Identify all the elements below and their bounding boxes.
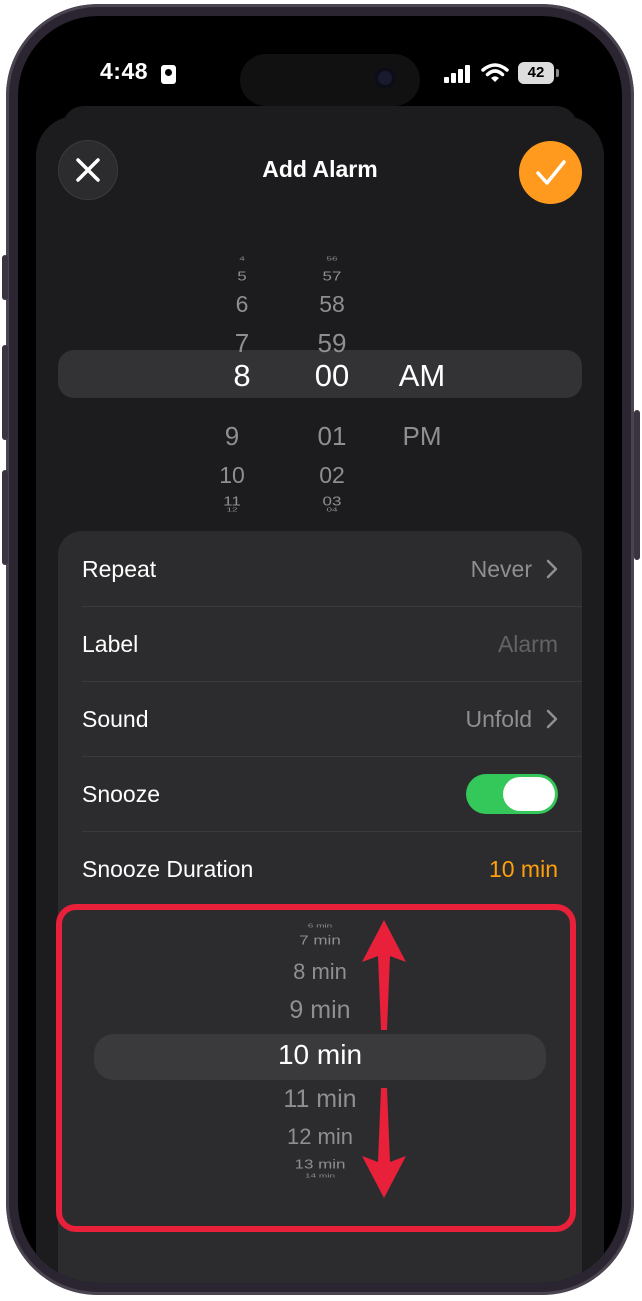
minute-option-selected[interactable]: 00	[292, 360, 372, 391]
arrow-down-icon	[362, 1088, 406, 1198]
period-option[interactable]: PM	[382, 423, 462, 449]
action-button	[2, 255, 8, 300]
minute-option[interactable]: 04	[292, 508, 372, 513]
save-button[interactable]	[519, 141, 582, 204]
minute-option[interactable]: 01	[292, 423, 372, 449]
wifi-icon	[481, 63, 509, 82]
sound-label: Sound	[82, 706, 149, 732]
repeat-label: Repeat	[82, 556, 157, 582]
minute-option[interactable]: 59	[302, 330, 362, 356]
repeat-value: Never	[470, 556, 532, 582]
annotation-highlight-box	[56, 904, 576, 1232]
contact-card-icon	[161, 65, 176, 84]
hour-option[interactable]: 10	[202, 464, 262, 487]
camera-icon	[374, 67, 396, 89]
snooze-duration-value: 10 min	[488, 856, 558, 882]
chevron-right-icon	[546, 709, 558, 729]
period-option-selected[interactable]: AM	[382, 360, 462, 391]
volume-down-button	[2, 470, 8, 565]
minute-option[interactable]: 02	[292, 464, 372, 487]
checkmark-icon	[536, 160, 566, 185]
repeat-row[interactable]: Repeat Never	[58, 531, 582, 606]
arrow-up-icon	[362, 920, 406, 1030]
hour-option-selected[interactable]: 8	[212, 360, 272, 391]
snooze-duration-row[interactable]: Snooze Duration 10 min	[58, 831, 582, 906]
label-row[interactable]: Label Alarm	[58, 606, 582, 681]
battery-icon: 42	[518, 62, 554, 84]
sound-value: Unfold	[465, 706, 532, 732]
status-bar: 4:48 42	[18, 16, 622, 116]
minute-option[interactable]: 03	[292, 495, 372, 508]
hour-option[interactable]: 11	[202, 495, 262, 508]
toggle-knob	[503, 777, 555, 811]
snooze-label: Snooze	[82, 781, 161, 807]
hour-option[interactable]: 5	[212, 270, 272, 283]
status-time: 4:48	[100, 58, 149, 84]
label-label: Label	[82, 631, 139, 657]
minute-option[interactable]: 56	[302, 257, 362, 262]
cellular-signal-icon	[444, 65, 474, 83]
snooze-toggle[interactable]	[466, 774, 558, 814]
snooze-duration-label: Snooze Duration	[82, 856, 254, 882]
minute-option[interactable]: 58	[302, 293, 362, 316]
hour-option[interactable]: 9	[202, 423, 262, 449]
hour-option[interactable]: 12	[202, 508, 262, 513]
battery-tip	[556, 69, 559, 77]
snooze-row: Snooze	[58, 756, 582, 831]
hour-option[interactable]: 7	[212, 330, 272, 356]
hour-option[interactable]: 6	[212, 293, 272, 316]
volume-up-button	[2, 345, 8, 440]
power-button	[634, 410, 640, 560]
hour-option[interactable]: 4	[212, 257, 272, 262]
chevron-right-icon	[546, 559, 558, 579]
battery-level: 42	[527, 64, 545, 81]
minute-option[interactable]: 57	[302, 270, 362, 283]
label-input[interactable]: Alarm	[498, 631, 558, 658]
sound-row[interactable]: Sound Unfold	[58, 681, 582, 756]
